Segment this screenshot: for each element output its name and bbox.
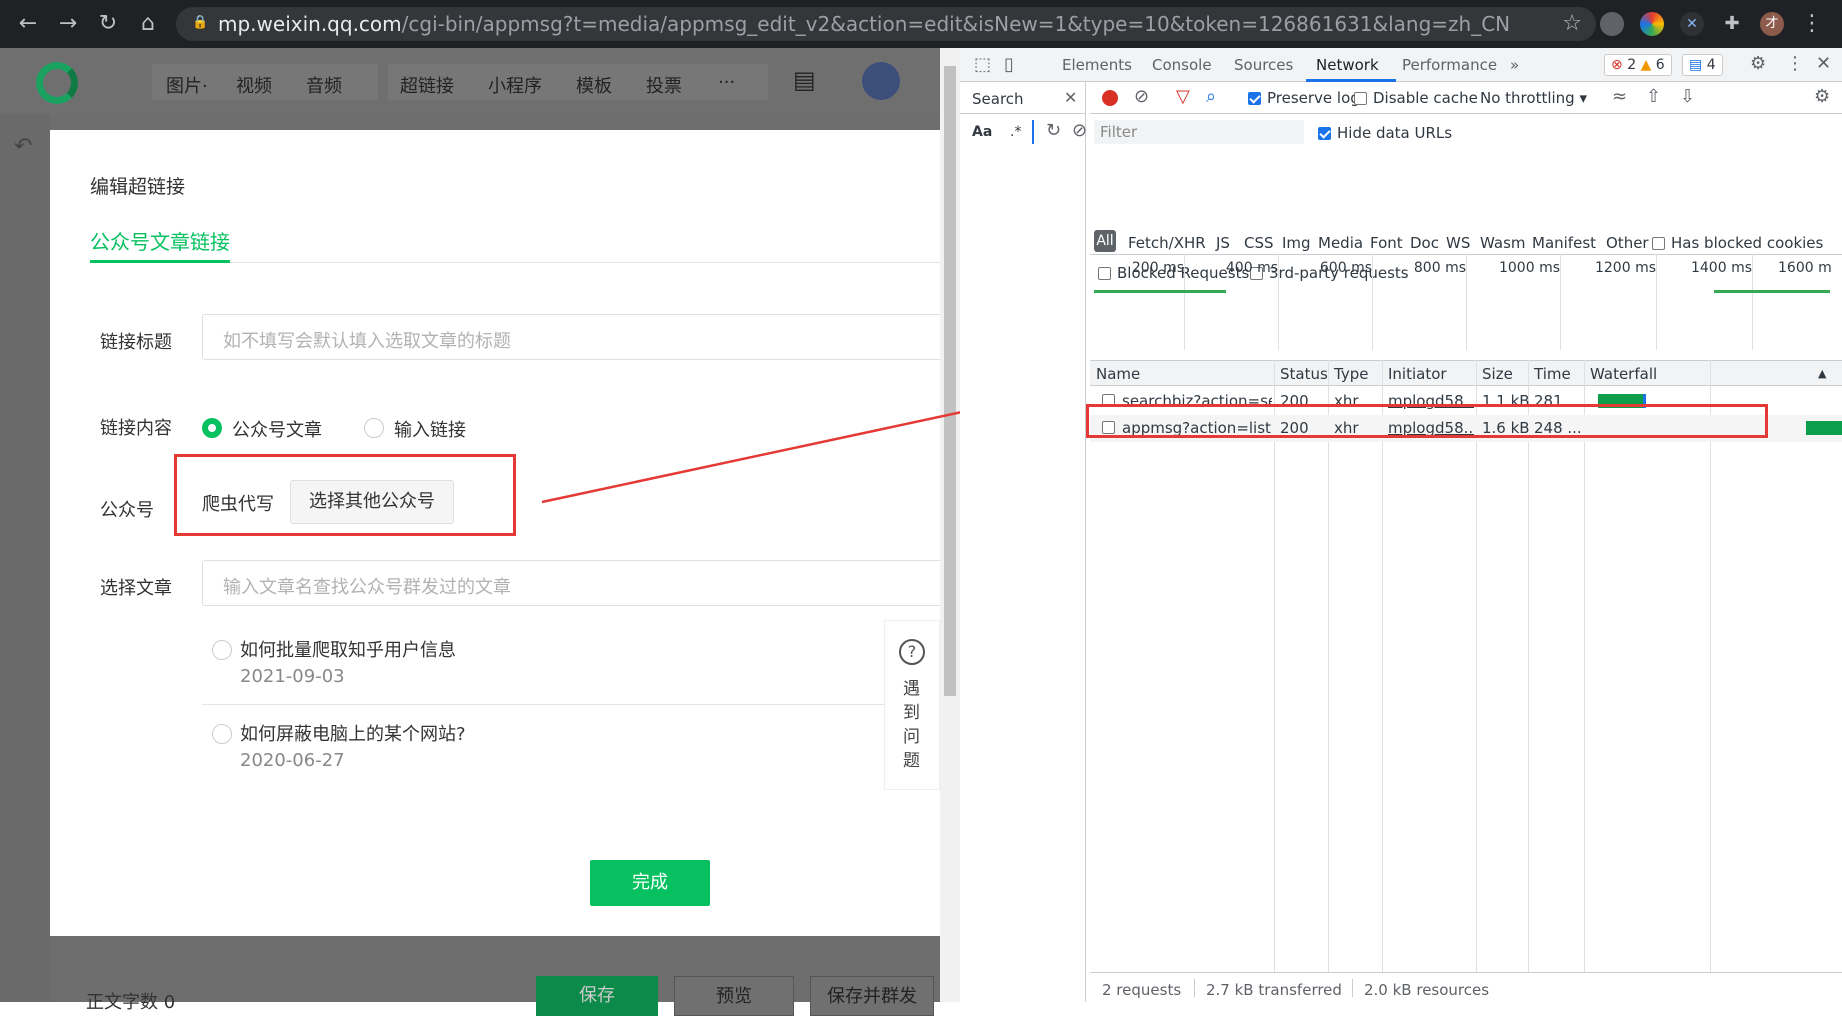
- column-divider: [1584, 360, 1585, 994]
- throttling-select[interactable]: No throttling ▾: [1480, 89, 1587, 107]
- issues-badge[interactable]: ⊗ 2 ▲ 6: [1604, 54, 1672, 76]
- type-filter-wasm[interactable]: Wasm: [1480, 234, 1526, 252]
- waterfall-bar: [1806, 421, 1842, 435]
- timeline-tick: 1200 ms: [1594, 260, 1656, 276]
- type-filter-fetch[interactable]: Fetch/XHR: [1128, 234, 1206, 252]
- column-divider: [1528, 360, 1529, 994]
- timeline-tick: 1000 ms: [1498, 260, 1560, 276]
- refresh-search-icon[interactable]: ↻: [1046, 120, 1061, 141]
- column-time[interactable]: Time: [1534, 365, 1571, 383]
- regex-icon[interactable]: .*: [1010, 124, 1021, 140]
- timeline-bar: [1094, 290, 1226, 293]
- type-filter-ws[interactable]: WS: [1446, 234, 1470, 252]
- kebab-icon[interactable]: ⋮: [1786, 53, 1804, 74]
- disable-cache-checkbox[interactable]: Disable cache: [1354, 89, 1478, 107]
- search-panel: Search ✕ Aa .* ↻ ⊘: [960, 82, 1087, 1002]
- type-filter-all[interactable]: All: [1094, 230, 1116, 252]
- timeline-tick: 600 ms: [1319, 260, 1372, 276]
- tab-network[interactable]: Network: [1316, 56, 1379, 74]
- record-icon[interactable]: [1102, 90, 1118, 106]
- column-divider: [1328, 360, 1329, 994]
- timeline-tick: 200 ms: [1131, 260, 1184, 276]
- column-waterfall[interactable]: Waterfall: [1590, 365, 1657, 383]
- timeline-gridline: [1278, 254, 1279, 350]
- search-label: Search: [972, 90, 1024, 108]
- search-icon[interactable]: ⌕: [1206, 86, 1216, 107]
- network-settings-icon[interactable]: ⚙: [1814, 86, 1830, 107]
- status-divider: [1352, 979, 1353, 997]
- network-panel: ⊘ ▽ ⌕ Preserve log Disable cache No thro…: [1086, 82, 1842, 1002]
- column-status[interactable]: Status: [1280, 365, 1328, 383]
- device-toolbar-icon[interactable]: ▯: [1004, 54, 1014, 75]
- timeline-gridline: [1656, 254, 1657, 350]
- type-filter-js[interactable]: JS: [1216, 234, 1230, 252]
- search-caret: [1032, 120, 1034, 144]
- match-case-icon[interactable]: Aa: [972, 124, 992, 140]
- close-search-icon[interactable]: ✕: [1064, 88, 1077, 107]
- tab-more[interactable]: »: [1510, 56, 1519, 74]
- annotation-box: [1086, 404, 1768, 438]
- column-initiator[interactable]: Initiator: [1388, 365, 1447, 383]
- timeline-tick: 800 ms: [1413, 260, 1466, 276]
- type-filter-img[interactable]: Img: [1282, 234, 1311, 252]
- clear-search-icon[interactable]: ⊘: [1072, 120, 1087, 141]
- devtools-tabbar: ⬚ ▯ Elements Console Sources Network Per…: [960, 48, 1842, 82]
- tab-sources[interactable]: Sources: [1234, 56, 1293, 74]
- timeline-bar: [1714, 290, 1830, 293]
- clear-icon[interactable]: ⊘: [1134, 86, 1149, 107]
- timeline-gridline: [1752, 254, 1753, 350]
- network-conditions-icon[interactable]: ≈: [1612, 86, 1627, 107]
- messages-badge[interactable]: ▤ 4: [1682, 54, 1723, 76]
- status-divider: [1194, 979, 1195, 997]
- filter-placeholder: Filter: [1100, 123, 1138, 141]
- filter-icon[interactable]: ▽: [1176, 86, 1190, 107]
- search-header: Search ✕: [960, 82, 1086, 114]
- type-filter-font[interactable]: Font: [1370, 234, 1403, 252]
- hide-data-urls-checkbox[interactable]: Hide data URLs: [1318, 124, 1452, 142]
- timeline-gridline: [1372, 254, 1373, 350]
- sort-up-icon[interactable]: ▲: [1818, 367, 1826, 380]
- type-filter-css[interactable]: CSS: [1244, 234, 1274, 252]
- devtools-panel: ⬚ ▯ Elements Console Sources Network Per…: [960, 48, 1842, 1002]
- timeline-gridline: [1184, 254, 1185, 350]
- tab-console[interactable]: Console: [1152, 56, 1212, 74]
- request-table-header: Name Status Type Initiator Size Time Wat…: [1090, 360, 1842, 386]
- type-filter-media[interactable]: Media: [1318, 234, 1363, 252]
- has-blocked-cookies-checkbox[interactable]: Has blocked cookies: [1652, 234, 1823, 252]
- import-har-icon[interactable]: ⇧: [1646, 86, 1661, 107]
- column-divider: [1274, 360, 1275, 994]
- timeline-gridline: [1560, 254, 1561, 350]
- inspect-icon[interactable]: ⬚: [974, 54, 991, 75]
- tab-performance[interactable]: Performance: [1402, 56, 1497, 74]
- type-filter-other[interactable]: Other: [1606, 234, 1649, 252]
- timeline-tick: 1600 m: [1778, 260, 1832, 276]
- resources-size: 2.0 kB resources: [1364, 981, 1490, 999]
- network-toolbar: ⊘ ▽ ⌕ Preserve log Disable cache No thro…: [1090, 82, 1842, 114]
- preserve-log-checkbox[interactable]: Preserve log: [1248, 89, 1360, 107]
- request-count: 2 requests: [1102, 981, 1182, 999]
- network-status-bar: 2 requests 2.7 kB transferred 2.0 kB res…: [1090, 972, 1842, 1002]
- column-divider: [1382, 360, 1383, 994]
- filter-input[interactable]: Filter: [1094, 120, 1304, 144]
- column-divider: [1476, 360, 1477, 994]
- column-name[interactable]: Name: [1096, 365, 1140, 383]
- settings-icon[interactable]: ⚙: [1750, 53, 1766, 74]
- column-size[interactable]: Size: [1482, 365, 1513, 383]
- type-filter-doc[interactable]: Doc: [1410, 234, 1439, 252]
- export-har-icon[interactable]: ⇩: [1680, 86, 1695, 107]
- close-devtools-icon[interactable]: ✕: [1816, 53, 1831, 74]
- timeline-gridline: [1466, 254, 1467, 350]
- type-filter-manifest[interactable]: Manifest: [1532, 234, 1596, 252]
- timeline-tick: 1400 ms: [1690, 260, 1752, 276]
- column-type[interactable]: Type: [1334, 365, 1368, 383]
- tab-elements[interactable]: Elements: [1062, 56, 1132, 74]
- column-divider: [1710, 360, 1711, 994]
- transferred-size: 2.7 kB transferred: [1206, 981, 1342, 999]
- timeline-tick: 400 ms: [1225, 260, 1278, 276]
